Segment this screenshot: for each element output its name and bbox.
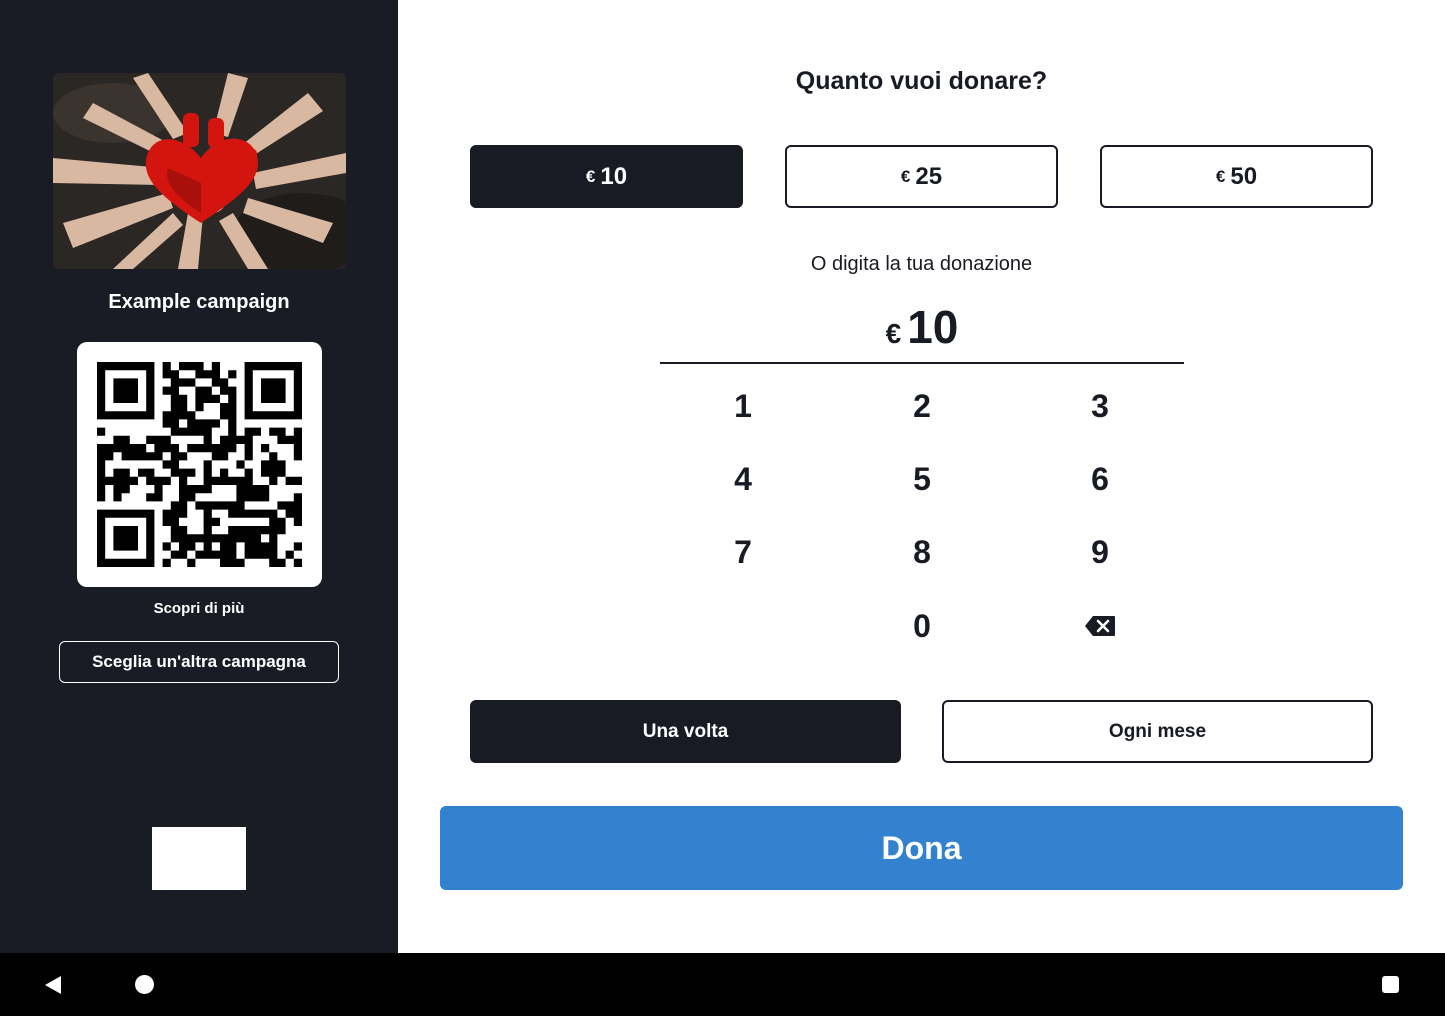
recents-square-icon[interactable] bbox=[1382, 976, 1399, 993]
donation-heading: Quanto vuoi donare? bbox=[795, 67, 1048, 95]
backspace-icon bbox=[1085, 616, 1115, 636]
currency-symbol: € bbox=[585, 166, 596, 186]
frequency-monthly-button[interactable]: Ogni mese bbox=[942, 700, 1373, 763]
custom-amount-display[interactable]: €10 bbox=[660, 298, 1184, 356]
keypad-key-0[interactable]: 0 bbox=[862, 601, 982, 651]
preset-amount-value: 25 bbox=[915, 162, 943, 190]
preset-amount-50-button[interactable]: €50 bbox=[1100, 145, 1373, 208]
custom-amount-prompt: O digita la tua donazione bbox=[810, 253, 1033, 275]
keypad-key-3[interactable]: 3 bbox=[1040, 381, 1160, 431]
logo-placeholder bbox=[152, 827, 246, 890]
amount-underline bbox=[660, 362, 1184, 364]
qr-modules bbox=[97, 362, 302, 567]
keypad-key-1[interactable]: 1 bbox=[683, 381, 803, 431]
currency-symbol: € bbox=[900, 166, 911, 186]
custom-amount-value: 10 bbox=[907, 301, 959, 353]
keypad-key-2[interactable]: 2 bbox=[862, 381, 982, 431]
qr-code[interactable] bbox=[77, 342, 322, 587]
frequency-once-button[interactable]: Una volta bbox=[470, 700, 901, 763]
system-navigation-bar bbox=[0, 953, 1445, 1016]
keypad-key-7[interactable]: 7 bbox=[683, 527, 803, 577]
back-triangle-icon[interactable] bbox=[44, 975, 62, 995]
preset-amount-value: 50 bbox=[1230, 162, 1258, 190]
learn-more-label: Scopri di più bbox=[153, 600, 245, 617]
keypad-key-5[interactable]: 5 bbox=[862, 454, 982, 504]
keypad-key-9[interactable]: 9 bbox=[1040, 527, 1160, 577]
keypad-key-4[interactable]: 4 bbox=[683, 454, 803, 504]
keypad-backspace-button[interactable] bbox=[1040, 601, 1160, 651]
preset-amount-25-button[interactable]: €25 bbox=[785, 145, 1058, 208]
donate-button[interactable]: Dona bbox=[440, 806, 1403, 890]
choose-other-campaign-button[interactable]: Sceglia un'altra campagna bbox=[59, 641, 339, 683]
preset-amount-value: 10 bbox=[600, 162, 628, 190]
home-circle-icon[interactable] bbox=[135, 975, 154, 994]
keypad-key-8[interactable]: 8 bbox=[862, 527, 982, 577]
currency-symbol: € bbox=[885, 318, 902, 349]
preset-amount-10-button[interactable]: €10 bbox=[470, 145, 743, 208]
currency-symbol: € bbox=[1215, 166, 1226, 186]
campaign-panel: Example campaign Scopri di più Sceglia u… bbox=[0, 0, 398, 953]
campaign-title: Example campaign bbox=[108, 291, 290, 313]
campaign-image bbox=[53, 73, 346, 269]
qr-code-image bbox=[97, 362, 302, 567]
keypad-key-6[interactable]: 6 bbox=[1040, 454, 1160, 504]
